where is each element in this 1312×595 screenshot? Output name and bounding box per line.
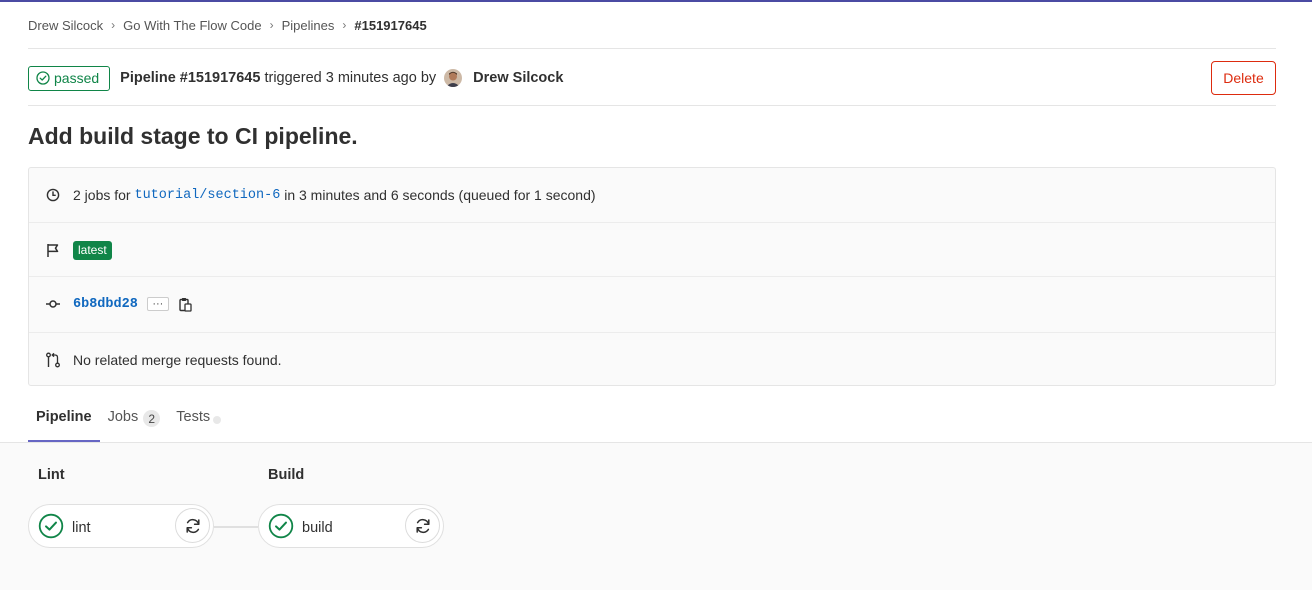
jobs-summary-row: 2 jobs for tutorial/section-6 in 3 minut… xyxy=(29,185,1275,205)
tab-label: Jobs xyxy=(107,409,139,425)
divider xyxy=(29,222,1275,223)
tab-label: Pipeline xyxy=(36,409,92,425)
retry-icon[interactable] xyxy=(175,508,210,543)
merge-requests-text: No related merge requests found. xyxy=(73,352,282,368)
tab-jobs[interactable]: Jobs 2 xyxy=(100,405,169,442)
tab-label: Tests xyxy=(176,409,211,425)
commit-sha-link[interactable]: 6b8dbd28 xyxy=(73,297,138,312)
tags-row: latest xyxy=(29,240,1275,260)
job-lint[interactable]: lint xyxy=(28,504,214,548)
stage-connector xyxy=(214,526,258,528)
breadcrumb-project[interactable]: Go With The Flow Code xyxy=(123,18,261,33)
pipeline-header: passed Pipeline #151917645 triggered 3 m… xyxy=(28,61,1276,95)
pipeline-title: Pipeline #151917645 triggered 3 minutes … xyxy=(120,70,436,86)
breadcrumb: Drew Silcock › Go With The Flow Code › P… xyxy=(28,16,427,34)
breadcrumb-separator: › xyxy=(111,18,116,32)
tab-pipeline[interactable]: Pipeline xyxy=(28,405,100,442)
clock-icon xyxy=(44,186,62,204)
status-text: passed xyxy=(54,70,100,86)
breadcrumb-separator: › xyxy=(342,18,347,32)
triggered-text: triggered 3 minutes ago by xyxy=(264,70,437,86)
merge-request-icon xyxy=(44,351,62,369)
duration-text: in 3 minutes and 6 seconds (queued for 1… xyxy=(284,187,596,203)
expand-commit-message-button[interactable]: ··· xyxy=(146,297,169,311)
job-name: lint xyxy=(72,520,91,536)
job-name: build xyxy=(302,520,333,536)
check-circle-icon xyxy=(268,513,294,539)
divider xyxy=(29,332,1275,333)
commit-icon xyxy=(44,295,62,313)
breadcrumb-pipelines[interactable]: Pipelines xyxy=(282,18,335,33)
check-circle-icon xyxy=(38,513,64,539)
merge-requests-row: No related merge requests found. xyxy=(29,350,1275,370)
top-accent-line xyxy=(0,0,1312,2)
clipboard-icon[interactable] xyxy=(178,295,194,313)
stage-title-build: Build xyxy=(268,467,305,483)
check-circle-icon xyxy=(36,71,50,85)
jobs-count-text: 2 jobs for xyxy=(73,187,131,203)
jobs-count-badge: 2 xyxy=(143,410,161,427)
commit-title: Add build stage to CI pipeline. xyxy=(28,123,358,149)
flag-icon xyxy=(44,241,62,259)
author-name[interactable]: Drew Silcock xyxy=(473,70,563,86)
tests-loading-badge xyxy=(213,416,222,424)
pipeline-info-box: 2 jobs for tutorial/section-6 in 3 minut… xyxy=(28,167,1276,386)
latest-badge: latest xyxy=(73,240,112,260)
tab-tests[interactable]: Tests xyxy=(168,405,229,442)
breadcrumb-current[interactable]: #151917645 xyxy=(354,18,426,33)
breadcrumb-separator: › xyxy=(269,18,274,32)
avatar[interactable] xyxy=(444,69,463,87)
status-badge[interactable]: passed xyxy=(28,65,111,91)
retry-icon[interactable] xyxy=(405,508,440,543)
job-build[interactable]: build xyxy=(258,504,444,548)
divider xyxy=(28,105,1276,106)
breadcrumb-user[interactable]: Drew Silcock xyxy=(28,18,103,33)
pipeline-tabs: Pipeline Jobs 2 Tests xyxy=(28,405,1276,442)
commit-row: 6b8dbd28 ··· xyxy=(29,294,1275,314)
stage-title-lint: Lint xyxy=(38,467,65,483)
divider xyxy=(29,276,1275,277)
pipeline-graph: Lint Build lint build xyxy=(0,442,1312,590)
branch-link[interactable]: tutorial/section-6 xyxy=(134,188,280,203)
delete-button[interactable]: Delete xyxy=(1211,61,1276,95)
pipeline-id: Pipeline #151917645 xyxy=(120,70,261,86)
divider xyxy=(28,48,1276,49)
